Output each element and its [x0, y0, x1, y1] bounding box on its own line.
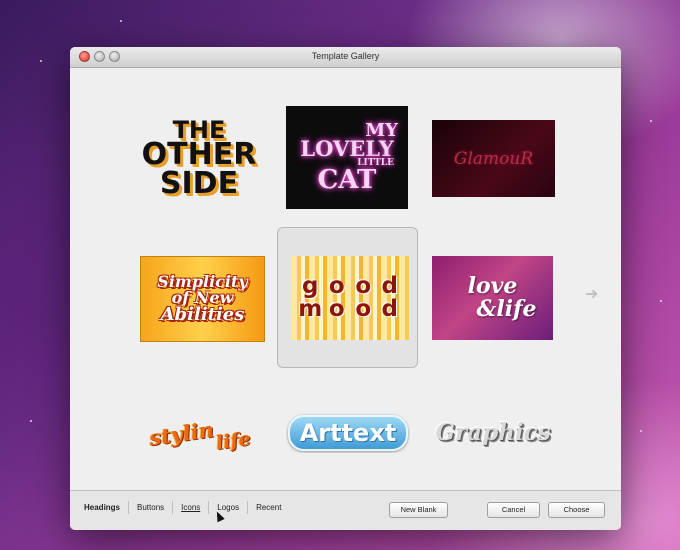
- star: [640, 430, 642, 432]
- star: [40, 60, 42, 62]
- template-my-lovely-little-cat[interactable]: MY LOVELY LITTLE CAT: [286, 106, 408, 209]
- template-glamour[interactable]: GlamouR: [432, 120, 555, 197]
- template-the-other-side[interactable]: THE OTHER SIDE: [140, 107, 258, 210]
- letter: o: [355, 296, 372, 322]
- template-text-grid: g o o d m o o d: [297, 275, 403, 321]
- arrow-right-icon[interactable]: ➜: [585, 284, 598, 304]
- template-love-and-life[interactable]: love &life: [432, 256, 553, 340]
- star: [660, 300, 662, 302]
- template-text-line: GlamouR: [453, 148, 534, 169]
- title-bar[interactable]: Template Gallery: [70, 47, 621, 68]
- tab-recent[interactable]: Recent: [248, 501, 289, 514]
- template-text-line: SIDE: [159, 165, 239, 201]
- template-text-line: stylin: [147, 416, 216, 450]
- template-graphics[interactable]: Graphics: [430, 406, 556, 458]
- letter: g: [302, 273, 319, 299]
- template-text-line: LOVELY: [300, 136, 394, 162]
- letter: o: [328, 296, 345, 322]
- letter: m: [298, 296, 323, 322]
- bottom-toolbar: Headings Buttons Icons Logos Recent New …: [70, 490, 621, 530]
- star: [650, 120, 652, 122]
- letter: o: [355, 273, 372, 299]
- letter: d: [381, 296, 398, 322]
- new-blank-button[interactable]: New Blank: [389, 502, 448, 518]
- tab-headings[interactable]: Headings: [76, 501, 130, 514]
- template-stylin-life[interactable]: stylin life: [140, 398, 260, 468]
- star: [30, 420, 32, 422]
- template-text-line: love: [467, 272, 518, 299]
- template-text-line: Graphics: [435, 418, 551, 446]
- star: [120, 20, 122, 22]
- template-text-line: life: [214, 427, 253, 455]
- template-good-mood[interactable]: g o o d m o o d: [291, 256, 409, 340]
- choose-button[interactable]: Choose: [548, 502, 605, 518]
- template-grid: THE OTHER SIDE MY LOVELY LITTLE CAT Glam…: [70, 68, 621, 490]
- template-arttext[interactable]: Arttext: [286, 413, 410, 453]
- template-text-line: Arttext: [287, 415, 409, 451]
- tab-buttons[interactable]: Buttons: [129, 501, 174, 514]
- template-gallery-window: Template Gallery THE OTHER SIDE MY LOVEL…: [70, 47, 621, 530]
- template-simplicity-of-new-abilities[interactable]: Simplicity of New Abilities: [140, 256, 265, 342]
- template-text-line: Abilities: [160, 304, 245, 326]
- cancel-button[interactable]: Cancel: [487, 502, 540, 518]
- template-text-line: CAT: [317, 164, 377, 195]
- window-title: Template Gallery: [311, 51, 380, 61]
- template-text-line: &life: [476, 296, 537, 322]
- tab-icons[interactable]: Icons: [173, 501, 210, 514]
- letter: o: [328, 273, 345, 299]
- letter: d: [381, 273, 398, 299]
- category-tabs: Headings Buttons Icons Logos Recent: [76, 501, 289, 514]
